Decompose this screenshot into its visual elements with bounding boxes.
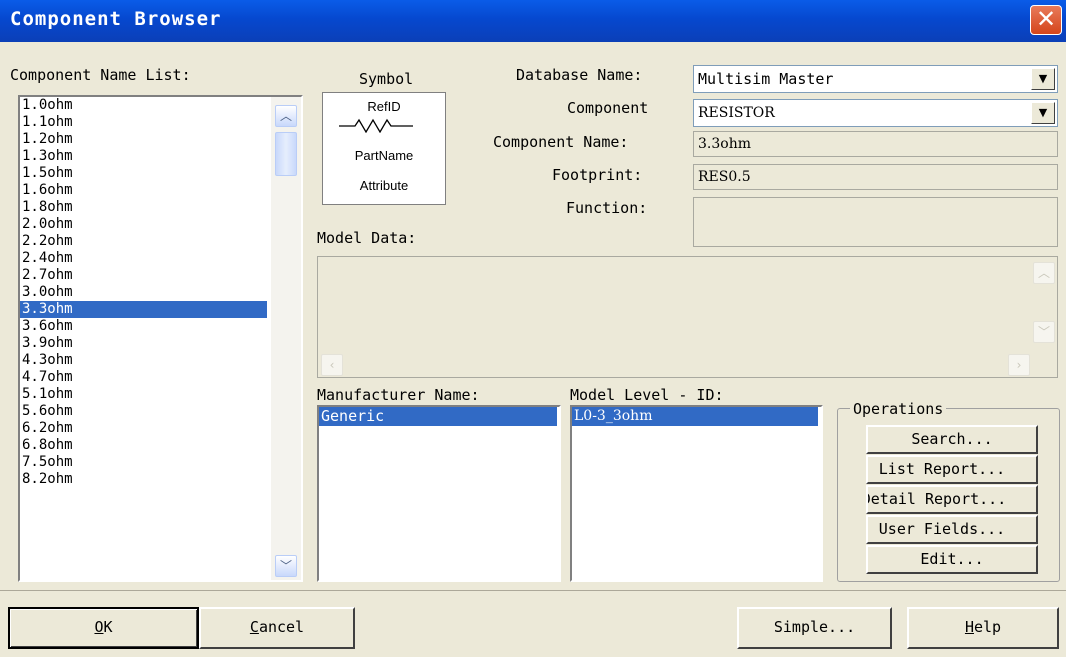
footprint-field: RES0.5 bbox=[693, 164, 1058, 190]
help-accel: H bbox=[964, 618, 974, 636]
chevron-right-icon: › bbox=[1016, 358, 1022, 372]
component-list-item[interactable]: 6.8ohm bbox=[20, 437, 267, 454]
simple-button[interactable]: Simple... bbox=[737, 607, 892, 649]
component-list-items[interactable]: 1.0ohm 1.1ohm 1.2ohm 1.3ohm 1.5ohm 1.6ohm 1.8o… bbox=[20, 97, 267, 580]
cancel-accel: C bbox=[249, 618, 259, 636]
model-scroll-right-button[interactable]: › bbox=[1008, 354, 1030, 376]
symbol-label: Symbol bbox=[359, 70, 414, 88]
model-level-list[interactable]: L0-3_3ohm bbox=[570, 405, 823, 582]
component-list-item[interactable]: 5.6ohm bbox=[20, 403, 267, 420]
component-list-item[interactable]: 1.5ohm bbox=[20, 165, 267, 182]
detail-report-button[interactable]: Detail Report... bbox=[866, 485, 1038, 514]
component-list-item[interactable]: 8.2ohm bbox=[20, 471, 267, 488]
model-data-box[interactable]: ︿ ﹀ ‹ › bbox=[317, 256, 1058, 378]
model-scroll-left-button[interactable]: ‹ bbox=[321, 354, 343, 376]
component-list-item[interactable]: 1.1ohm bbox=[20, 114, 267, 131]
close-button[interactable]: ✕ bbox=[1030, 5, 1062, 35]
component-family-dropdown[interactable]: RESISTOR ▼ bbox=[693, 99, 1058, 127]
manufacturer-list[interactable]: Generic bbox=[317, 405, 561, 582]
window-title: Component Browser bbox=[10, 8, 222, 30]
help-button[interactable]: Help bbox=[907, 607, 1059, 649]
symbol-attribute: Attribute bbox=[359, 178, 409, 193]
component-list-item[interactable]: 3.9ohm bbox=[20, 335, 267, 352]
component-list-item[interactable]: 3.0ohm bbox=[20, 284, 267, 301]
edit-button[interactable]: Edit... bbox=[866, 545, 1038, 574]
component-list-item[interactable]: 4.3ohm bbox=[20, 352, 267, 369]
ok-label: K bbox=[103, 618, 113, 636]
search-button[interactable]: Search... bbox=[866, 425, 1038, 454]
resistor-icon bbox=[339, 118, 413, 133]
chevron-left-icon: ‹ bbox=[329, 358, 335, 372]
close-icon: ✕ bbox=[1035, 5, 1057, 33]
manufacturer-name-label: Manufacturer Name: bbox=[317, 386, 480, 404]
component-list-item[interactable]: 1.6ohm bbox=[20, 182, 267, 199]
component-list-item[interactable]: 1.2ohm bbox=[20, 131, 267, 148]
component-list-scrollbar[interactable]: ︿ ﹀ bbox=[271, 97, 301, 580]
scroll-down-button[interactable]: ﹀ bbox=[275, 555, 297, 577]
component-list-item[interactable]: 3.3ohm bbox=[20, 301, 267, 318]
component-list-item[interactable]: 7.5ohm bbox=[20, 454, 267, 471]
component-list-item[interactable]: 2.7ohm bbox=[20, 267, 267, 284]
scroll-thumb[interactable] bbox=[275, 132, 297, 176]
component-list-item[interactable]: 2.2ohm bbox=[20, 233, 267, 250]
ok-accel: O bbox=[94, 618, 104, 636]
operations-label: Operations bbox=[850, 400, 947, 418]
component-list-item[interactable]: 2.4ohm bbox=[20, 250, 267, 267]
component-list-item[interactable]: 1.3ohm bbox=[20, 148, 267, 165]
function-field bbox=[693, 197, 1058, 247]
scroll-up-button[interactable]: ︿ bbox=[275, 105, 297, 127]
model-scroll-down-button[interactable]: ﹀ bbox=[1033, 321, 1055, 343]
function-label: Function: bbox=[566, 199, 648, 217]
model-scroll-up-button[interactable]: ︿ bbox=[1033, 262, 1055, 284]
component-family-label: Component bbox=[567, 99, 649, 117]
database-name-dropdown[interactable]: Multisim Master ▼ bbox=[693, 65, 1058, 93]
manufacturer-item[interactable]: Generic bbox=[319, 407, 557, 426]
list-report-button[interactable]: List Report... bbox=[866, 455, 1038, 484]
component-list-item[interactable]: 1.0ohm bbox=[20, 97, 267, 114]
chevron-up-icon: ︿ bbox=[279, 109, 292, 123]
cancel-label: ancel bbox=[258, 618, 305, 636]
database-name-value: Multisim Master bbox=[698, 70, 834, 88]
component-list-item[interactable]: 6.2ohm bbox=[20, 420, 267, 437]
component-name-label: Component Name: bbox=[493, 133, 629, 151]
component-name-list-label: Component Name List: bbox=[10, 66, 191, 84]
component-name-list[interactable]: 1.0ohm 1.1ohm 1.2ohm 1.3ohm 1.5ohm 1.6ohm 1.8o… bbox=[18, 95, 303, 582]
component-list-item[interactable]: 5.1ohm bbox=[20, 386, 267, 403]
help-label: elp bbox=[973, 618, 1002, 636]
chevron-down-icon: ﹀ bbox=[279, 559, 292, 573]
symbol-refid: RefID bbox=[367, 99, 401, 114]
dropdown-arrow-icon[interactable]: ▼ bbox=[1031, 102, 1055, 124]
user-fields-button[interactable]: User Fields... bbox=[866, 515, 1038, 544]
cancel-button[interactable]: Cancel bbox=[199, 607, 355, 649]
model-data-label: Model Data: bbox=[317, 229, 417, 247]
component-list-item[interactable]: 4.7ohm bbox=[20, 369, 267, 386]
component-list-item[interactable]: 1.8ohm bbox=[20, 199, 267, 216]
database-name-label: Database Name: bbox=[516, 66, 643, 84]
symbol-preview: RefID PartName Attribute bbox=[322, 92, 446, 205]
component-name-field: 3.3ohm bbox=[693, 131, 1058, 157]
dropdown-arrow-icon[interactable]: ▼ bbox=[1031, 68, 1055, 90]
component-list-item[interactable]: 3.6ohm bbox=[20, 318, 267, 335]
model-level-id-label: Model Level - ID: bbox=[570, 386, 724, 404]
component-family-value: RESISTOR bbox=[698, 105, 775, 121]
chevron-up-icon: ︿ bbox=[1037, 266, 1050, 280]
symbol-partname: PartName bbox=[354, 148, 414, 163]
component-list-item[interactable]: 2.0ohm bbox=[20, 216, 267, 233]
chevron-down-icon: ﹀ bbox=[1037, 325, 1050, 339]
model-level-item[interactable]: L0-3_3ohm bbox=[572, 407, 818, 426]
ok-button[interactable]: OK bbox=[8, 607, 199, 649]
bottom-divider bbox=[0, 590, 1066, 591]
footprint-label: Footprint: bbox=[552, 166, 643, 184]
